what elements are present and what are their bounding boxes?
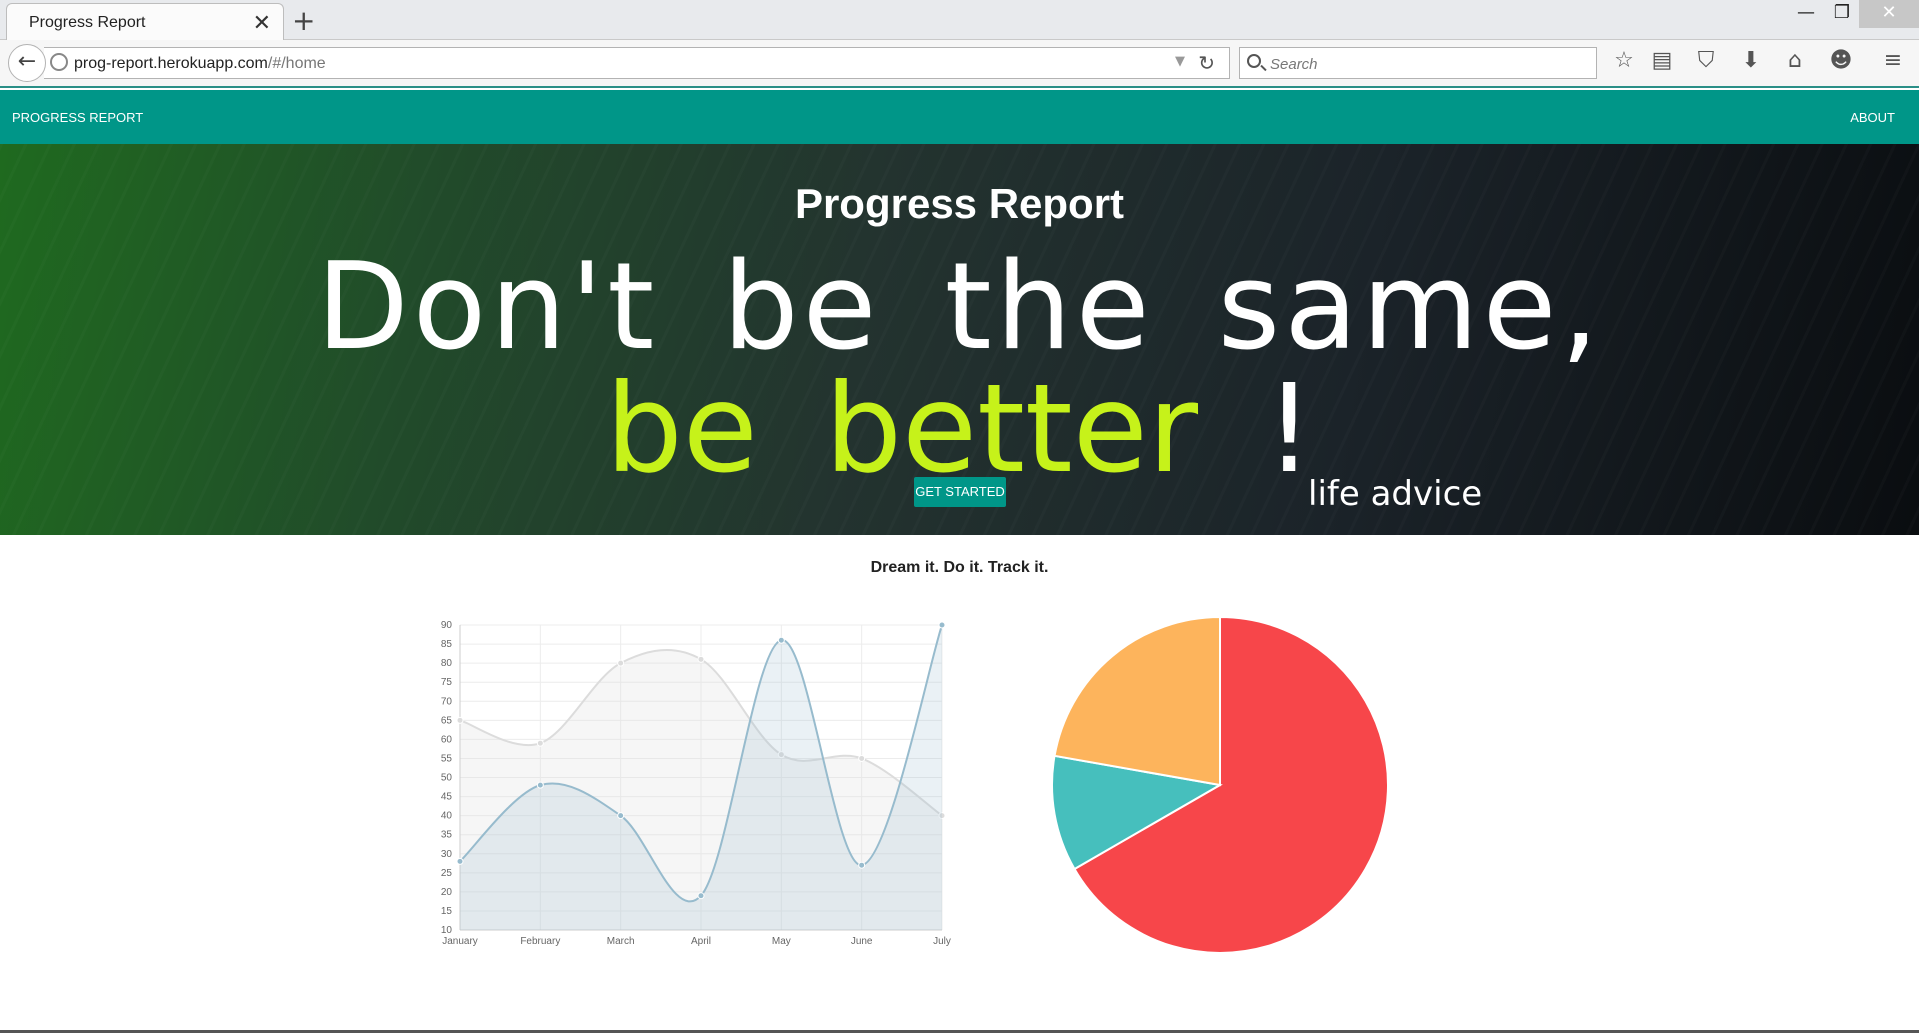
- line-chart: 10 15 20 25 30 35 40 45 50 55 60 65 70 75 80 85 90 Januar…: [441, 620, 951, 947]
- hero-banner: Progress Report Don't be the same, be be…: [0, 144, 1919, 535]
- y-tick-label: 55: [441, 753, 453, 764]
- life-advice-caption: life advice: [1308, 474, 1483, 514]
- bookmark-star-icon[interactable]: ☆: [1609, 48, 1639, 73]
- y-tick-label: 85: [441, 639, 453, 650]
- data-point: [938, 621, 946, 629]
- x-tick-label: March: [607, 936, 635, 947]
- pie-slice[interactable]: [1053, 615, 1221, 787]
- y-tick-label: 45: [441, 792, 453, 803]
- data-point: [456, 857, 464, 865]
- data-point: [536, 739, 544, 747]
- back-button[interactable]: ←: [8, 44, 46, 82]
- x-tick-label: June: [851, 936, 873, 947]
- x-tick-label: July: [933, 936, 951, 947]
- address-bar[interactable]: prog-report.herokuapp.com/#/home ▼ ↻: [44, 47, 1230, 79]
- y-tick-label: 10: [441, 925, 453, 936]
- downloads-icon[interactable]: ⬇: [1736, 48, 1766, 73]
- y-tick-label: 25: [441, 868, 453, 879]
- y-tick-label: 65: [441, 715, 453, 726]
- tagline: Dream it. Do it. Track it.: [870, 559, 1049, 576]
- browser-tab[interactable]: Progress Report ✕: [6, 3, 284, 40]
- data-point: [858, 861, 866, 869]
- search-placeholder: Search: [1270, 56, 1318, 73]
- about-link[interactable]: ABOUT: [1850, 110, 1895, 125]
- browser-tab-bar: Progress Report ✕ + — ❐ ✕: [0, 0, 1919, 40]
- y-tick-label: 75: [441, 677, 453, 688]
- y-tick-label: 50: [441, 773, 453, 784]
- globe-icon: [50, 53, 68, 71]
- url-host: prog-report.herokuapp.com: [74, 55, 268, 72]
- get-started-button[interactable]: GET STARTED: [914, 477, 1006, 507]
- data-point: [617, 812, 625, 820]
- tab-title: Progress Report: [29, 14, 146, 31]
- hero-highlight: be better: [605, 358, 1198, 500]
- data-point: [858, 754, 866, 762]
- x-tick-label: April: [691, 936, 711, 947]
- site-navbar: PROGRESS REPORT ABOUT: [0, 90, 1919, 144]
- browser-toolbar: prog-report.herokuapp.com/#/home ▼ ↻ ← S…: [0, 40, 1919, 88]
- y-tick-label: 80: [441, 658, 453, 669]
- url-text[interactable]: prog-report.herokuapp.com/#/home: [74, 55, 326, 73]
- data-point: [456, 716, 464, 724]
- data-point: [697, 892, 705, 900]
- close-tab-icon[interactable]: ✕: [253, 10, 271, 36]
- url-dropdown-icon[interactable]: ▼: [1175, 54, 1185, 69]
- brand-link[interactable]: PROGRESS REPORT: [12, 110, 143, 125]
- data-point: [777, 636, 785, 644]
- data-point: [617, 659, 625, 667]
- hero-headline: Don't be the same,: [316, 238, 1603, 377]
- x-tick-label: February: [520, 936, 560, 947]
- data-point: [697, 655, 705, 663]
- search-icon: [1247, 54, 1261, 68]
- reload-icon[interactable]: ↻: [1198, 51, 1215, 75]
- hero-title: Progress Report: [794, 180, 1125, 227]
- y-tick-label: 40: [441, 811, 453, 822]
- y-tick-label: 90: [441, 620, 453, 631]
- pie-chart: [1051, 615, 1389, 954]
- y-tick-label: 35: [441, 830, 453, 841]
- chat-icon[interactable]: ☻: [1826, 48, 1856, 73]
- y-tick-label: 15: [441, 906, 453, 917]
- hero-exclamation: !: [1264, 358, 1314, 500]
- y-tick-label: 30: [441, 849, 453, 860]
- window-close-icon[interactable]: ✕: [1859, 0, 1919, 28]
- url-path: /#/home: [267, 55, 326, 72]
- reading-list-icon[interactable]: ▤: [1647, 48, 1677, 73]
- x-tick-label: January: [442, 936, 478, 947]
- new-tab-icon[interactable]: +: [292, 4, 315, 37]
- y-tick-label: 20: [441, 887, 453, 898]
- data-point: [536, 781, 544, 789]
- search-input[interactable]: Search: [1239, 47, 1597, 79]
- menu-icon[interactable]: ≡: [1878, 48, 1908, 73]
- home-icon[interactable]: ⌂: [1780, 48, 1810, 73]
- pocket-icon[interactable]: ⛉: [1691, 48, 1721, 73]
- y-tick-label: 60: [441, 734, 453, 745]
- x-tick-label: May: [772, 936, 791, 947]
- y-tick-label: 70: [441, 696, 453, 707]
